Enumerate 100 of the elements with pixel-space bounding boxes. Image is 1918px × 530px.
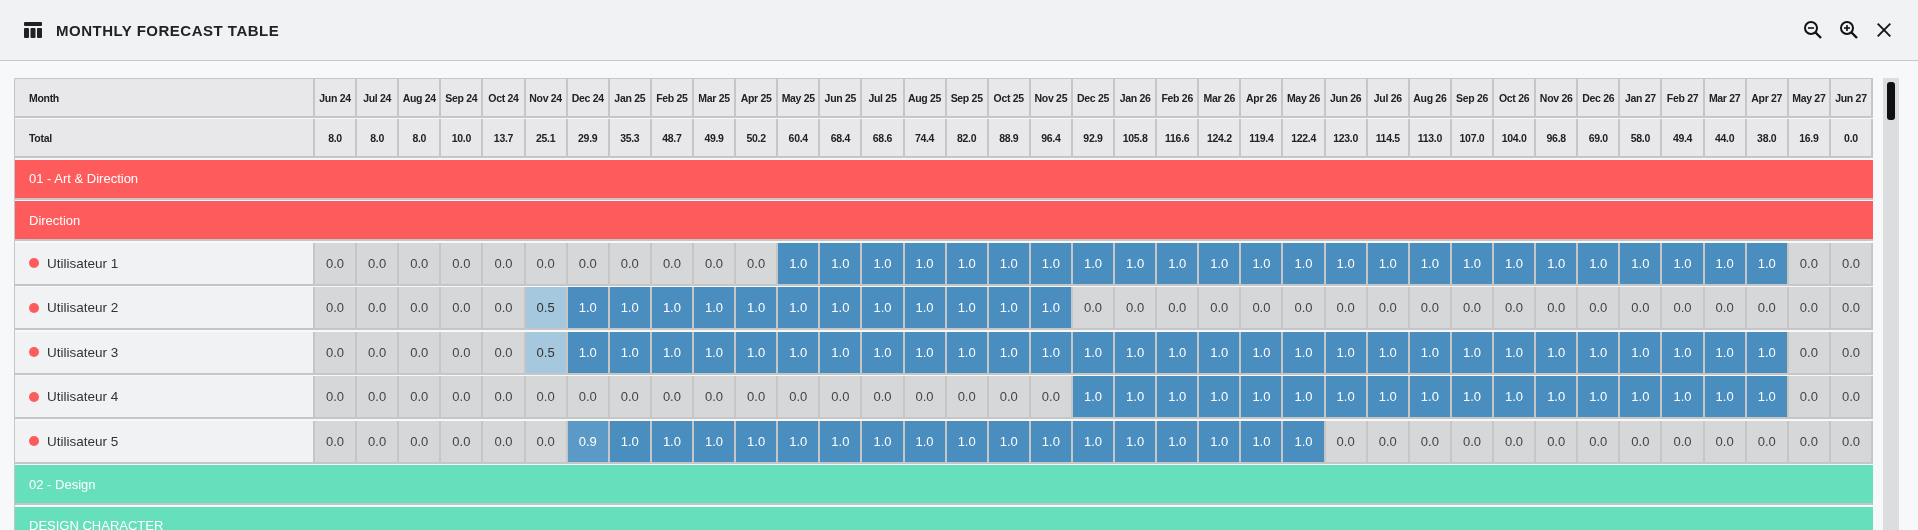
total-cell: 104.0 <box>1494 119 1537 159</box>
total-cell: 96.4 <box>1030 119 1073 159</box>
value-cell: 1.0 <box>1662 331 1705 375</box>
row-header: Total <box>15 119 315 159</box>
column-header: Dec 25 <box>1072 79 1116 118</box>
total-cell: 16.9 <box>1788 119 1831 159</box>
window-title: MONTHLY FORECAST TABLE <box>56 21 280 39</box>
value-cell: 0.0 <box>651 376 694 420</box>
column-header: Oct 26 <box>1494 79 1537 118</box>
column-header: Jul 24 <box>357 79 400 118</box>
value-cell: 1.0 <box>946 287 989 331</box>
value-cell: 1.0 <box>778 331 821 375</box>
value-cell: 0.0 <box>1830 376 1873 420</box>
value-cell: 0.0 <box>525 420 568 464</box>
total-cell: 68.4 <box>820 119 863 159</box>
value-cell: 1.0 <box>693 331 737 375</box>
total-cell: 124.2 <box>1199 119 1242 159</box>
value-cell: 1.0 <box>1072 331 1116 375</box>
value-cell: 1.0 <box>1409 376 1452 420</box>
value-cell: 1.0 <box>1283 420 1326 464</box>
value-cell: 1.0 <box>1451 242 1494 286</box>
value-cell: 1.0 <box>1536 376 1579 420</box>
value-cell: 1.0 <box>1283 242 1326 286</box>
value-cell: 1.0 <box>651 420 694 464</box>
value-cell: 1.0 <box>1157 376 1200 420</box>
total-cell: 113.0 <box>1409 119 1452 159</box>
value-cell: 0.0 <box>441 420 484 464</box>
value-cell: 1.0 <box>1325 242 1368 286</box>
value-cell: 0.0 <box>441 287 484 331</box>
group-label: Direction <box>29 212 81 228</box>
total-cell: 8.0 <box>399 119 442 159</box>
value-cell: 0.0 <box>1241 287 1284 331</box>
value-cell: 0.0 <box>357 420 400 464</box>
value-cell: 1.0 <box>1451 331 1494 375</box>
value-cell: 0.0 <box>567 242 610 286</box>
column-header: Jul 26 <box>1367 79 1410 118</box>
value-cell: 0.0 <box>357 331 400 375</box>
value-cell: 1.0 <box>567 287 610 331</box>
value-cell: 0.0 <box>399 287 442 331</box>
group-label: 01 - Art & Direction <box>29 171 139 187</box>
value-cell: 0.0 <box>736 376 779 420</box>
value-cell: 1.0 <box>609 287 652 331</box>
value-cell: 1.0 <box>1199 242 1242 286</box>
column-header: Jun 25 <box>820 79 863 118</box>
value-cell: 0.0 <box>1199 287 1242 331</box>
value-cell: 0.0 <box>1788 331 1831 375</box>
value-cell: 0.0 <box>1367 420 1410 464</box>
value-cell: 0.0 <box>820 376 863 420</box>
total-cell: 25.1 <box>525 119 568 159</box>
value-cell: 0.0 <box>1620 420 1663 464</box>
column-header: Jan 27 <box>1620 79 1663 118</box>
value-cell: 0.0 <box>1830 420 1873 464</box>
value-cell: 0.0 <box>1494 287 1537 331</box>
value-cell: 1.0 <box>1662 242 1705 286</box>
table-icon <box>24 22 42 38</box>
column-header: May 27 <box>1788 79 1831 118</box>
value-cell: 0.0 <box>441 376 484 420</box>
column-header: Mar 25 <box>693 79 737 118</box>
total-cell: 49.4 <box>1662 119 1705 159</box>
value-cell: 0.0 <box>399 420 442 464</box>
value-cell: 0.0 <box>1662 287 1705 331</box>
value-cell: 1.0 <box>1620 376 1663 420</box>
value-cell: 0.0 <box>1283 287 1326 331</box>
value-cell: 1.0 <box>1241 420 1284 464</box>
column-header: Feb 27 <box>1662 79 1705 118</box>
value-cell: 1.0 <box>1536 242 1579 286</box>
total-cell: 58.0 <box>1620 119 1663 159</box>
column-header: Jul 25 <box>862 79 905 118</box>
value-cell: 0.0 <box>357 287 400 331</box>
value-cell: 1.0 <box>1030 287 1073 331</box>
value-cell: 0.0 <box>1788 287 1831 331</box>
value-cell: 0.0 <box>1620 287 1663 331</box>
value-cell: 0.0 <box>736 242 779 286</box>
column-header: Jun 27 <box>1830 79 1873 118</box>
value-cell: 1.0 <box>862 287 905 331</box>
value-cell: 0.0 <box>1451 420 1494 464</box>
value-cell: 0.0 <box>1409 287 1452 331</box>
column-header: Nov 25 <box>1030 79 1073 118</box>
value-cell: 0.0 <box>1746 287 1789 331</box>
total-cell: 44.0 <box>1704 119 1747 159</box>
value-cell: 1.0 <box>1367 331 1410 375</box>
value-cell: 0.0 <box>1578 420 1621 464</box>
value-cell: 0.0 <box>357 242 400 286</box>
value-cell: 0.0 <box>315 242 358 286</box>
value-cell: 0.0 <box>483 242 526 286</box>
total-cell: 38.0 <box>1746 119 1789 159</box>
value-cell: 1.0 <box>946 420 989 464</box>
value-cell: 1.0 <box>1283 331 1326 375</box>
value-cell: 0.0 <box>1578 287 1621 331</box>
total-cell: 92.9 <box>1072 119 1116 159</box>
total-cell: 0.0 <box>1830 119 1873 159</box>
value-cell: 1.0 <box>1030 420 1073 464</box>
value-cell: 1.0 <box>1578 242 1621 286</box>
value-cell: 1.0 <box>736 331 779 375</box>
value-cell: 0.0 <box>693 242 737 286</box>
scrollbar[interactable] <box>1883 78 1899 530</box>
column-header: Month <box>15 79 315 118</box>
value-cell: 1.0 <box>1115 242 1158 286</box>
value-cell: 0.9 <box>567 420 610 464</box>
column-header: Oct 24 <box>483 79 526 118</box>
